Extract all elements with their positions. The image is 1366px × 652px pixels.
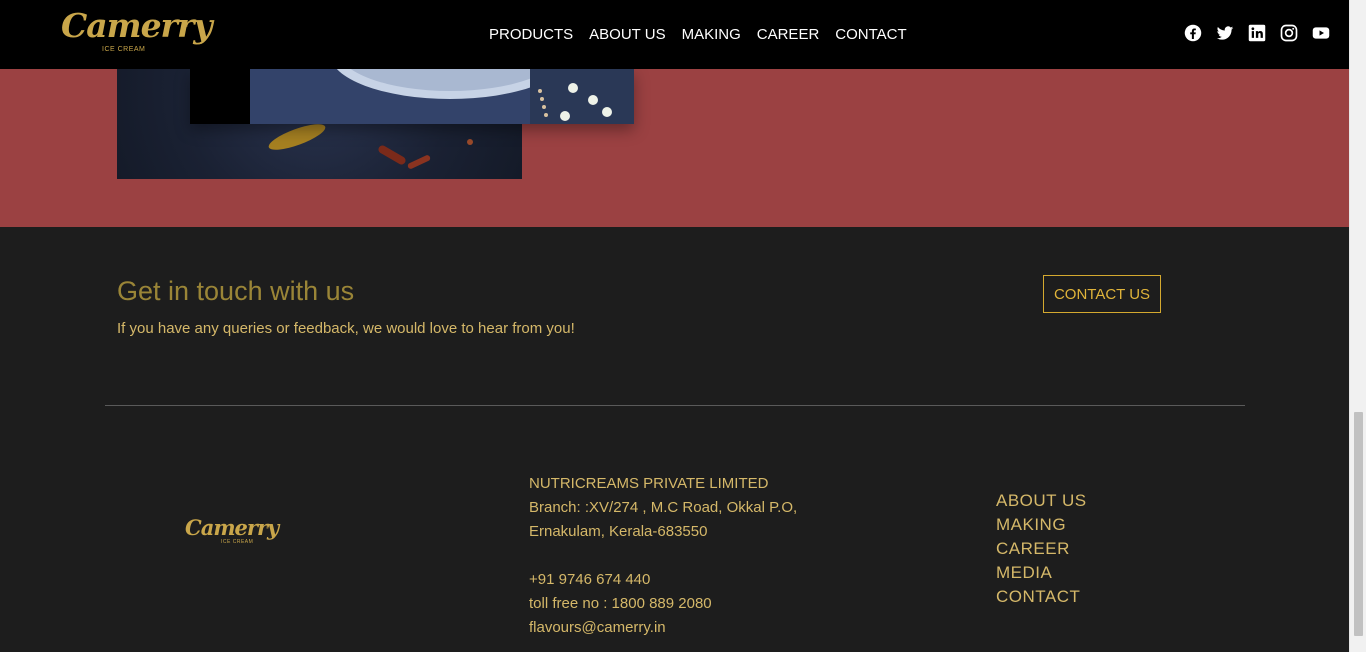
social-links — [1170, 24, 1330, 42]
facebook-icon[interactable] — [1184, 24, 1202, 42]
get-in-touch-subtitle: If you have any queries or feedback, we … — [117, 320, 575, 337]
nav-item-making[interactable]: MAKING — [682, 26, 741, 43]
nav-item-products[interactable]: PRODUCTS — [489, 26, 573, 43]
footer-link-making[interactable]: MAKING — [996, 513, 1087, 537]
brand-trademark: ® — [184, 23, 188, 29]
nav-item-career[interactable]: CAREER — [757, 26, 820, 43]
brand-logo-text: Camerry — [61, 6, 213, 45]
scrollbar-thumb[interactable] — [1354, 412, 1363, 636]
footer-logo-text: Camerry — [185, 515, 279, 540]
toll-free-number: toll free no : 1800 889 2080 — [529, 595, 712, 612]
phone-number[interactable]: +91 9746 674 440 — [529, 568, 797, 592]
footer-link-contact[interactable]: CONTACT — [996, 585, 1087, 609]
youtube-icon[interactable] — [1312, 24, 1330, 42]
brand-tagline: ICE CREAM — [102, 46, 146, 53]
main-nav: PRODUCTS ABOUT US MAKING CAREER CONTACT — [489, 0, 907, 69]
instagram-icon[interactable] — [1280, 24, 1298, 42]
contact-us-button[interactable]: CONTACT US — [1043, 275, 1161, 313]
company-address: NUTRICREAMS PRIVATE LIMITED Branch: :XV/… — [529, 472, 797, 640]
footer-logo-trademark: ® — [266, 525, 269, 530]
footer-link-career[interactable]: CAREER — [996, 537, 1087, 561]
page-scrollbar[interactable] — [1349, 0, 1366, 652]
address-line-1: Branch: :XV/274 , M.C Road, Okkal P.O, — [529, 499, 798, 516]
footer-link-media[interactable]: MEDIA — [996, 561, 1087, 585]
get-in-touch-heading: Get in touch with us — [117, 276, 355, 306]
footer-links: ABOUT US MAKING CAREER MEDIA CONTACT — [996, 489, 1087, 609]
footer-divider — [105, 405, 1245, 406]
linkedin-icon[interactable] — [1248, 24, 1266, 42]
footer-logo-tagline: ICE CREAM — [221, 539, 254, 545]
nav-item-contact[interactable]: CONTACT — [835, 26, 906, 43]
company-name: NUTRICREAMS PRIVATE LIMITED — [529, 475, 769, 492]
footer-logo[interactable]: Camerry ® ICE CREAM — [185, 515, 279, 547]
nav-item-about-us[interactable]: ABOUT US — [589, 26, 665, 43]
address-line-2: Ernakulam, Kerala-683550 — [529, 523, 708, 540]
twitter-icon[interactable] — [1216, 24, 1234, 42]
brand-logo[interactable]: Camerry ® ICE CREAM — [61, 9, 213, 59]
ice-cream-bowl-photo — [190, 69, 634, 124]
email-link[interactable]: flavours@camerry.in — [529, 616, 797, 640]
footer-link-about-us[interactable]: ABOUT US — [996, 489, 1087, 513]
site-header: Camerry ® ICE CREAM PRODUCTS ABOUT US MA… — [0, 0, 1349, 69]
